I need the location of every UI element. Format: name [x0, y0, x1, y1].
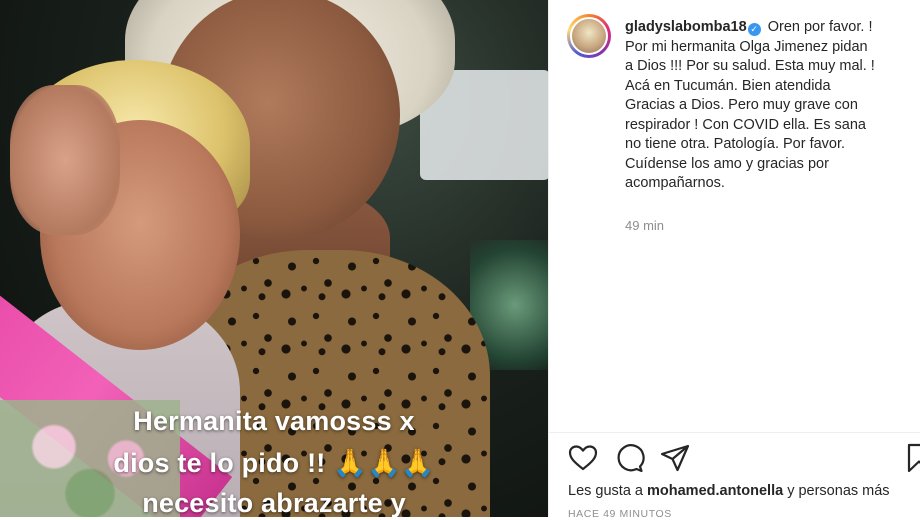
caption-line-9: acompañarnos. — [625, 175, 725, 191]
story-caption-line-3: necesito abrazarte y — [142, 488, 406, 517]
caption-timestamp[interactable]: 49 min — [625, 218, 664, 233]
username-link[interactable]: gladyslabomba18 — [625, 19, 747, 35]
bookmark-icon[interactable] — [903, 442, 920, 474]
caption-line-1: Oren por favor. ! — [767, 19, 873, 35]
divider — [549, 432, 920, 433]
story-caption-line-1: Hermanita vamosss x — [133, 406, 415, 436]
caption-line-2: Por mi hermanita Olga Jimenez pidan — [625, 38, 868, 55]
likes-suffix[interactable]: y personas más — [783, 483, 889, 499]
post-caption: gladyslabomba18 ✓ Oren por favor. ! Por m… — [625, 18, 915, 194]
likes-summary: Les gusta a mohamed.antonella y personas… — [568, 483, 890, 499]
heart-icon[interactable] — [567, 442, 599, 474]
caption-line-3: a Dios !!! Por su salud. Esta muy mal. ! — [625, 58, 875, 74]
story-caption-line-2: dios te lo pido !! 🙏🙏🙏 — [113, 448, 435, 478]
caption-line-6: respirador ! Con COVID ella. Es sana — [625, 116, 866, 133]
caption-line-7: no tiene otra. Patología. Por favor. — [625, 136, 846, 152]
caption-line-4: Acá en Tucumán. Bien atendida — [625, 77, 831, 94]
post-photo[interactable]: Hermanita vamosss x dios te lo pido !! 🙏… — [0, 0, 548, 517]
verified-badge-icon: ✓ — [747, 23, 761, 36]
avatar-story-ring[interactable] — [567, 14, 611, 58]
avatar[interactable] — [570, 17, 608, 55]
hand — [10, 85, 120, 235]
post-panel: gladyslabomba18 ✓ Oren por favor. ! Por m… — [548, 0, 920, 520]
liked-by-user-link[interactable]: mohamed.antonella — [647, 483, 783, 499]
caption-line-5: Gracias a Dios. Pero muy grave con — [625, 97, 858, 113]
comment-icon[interactable] — [613, 442, 645, 474]
post-date[interactable]: HACE 49 MINUTOS — [568, 508, 672, 520]
paper-plane-icon[interactable] — [659, 442, 691, 474]
likes-prefix: Les gusta a — [568, 483, 647, 499]
caption-line-8: Cuídense los amo y gracias por — [625, 155, 829, 172]
